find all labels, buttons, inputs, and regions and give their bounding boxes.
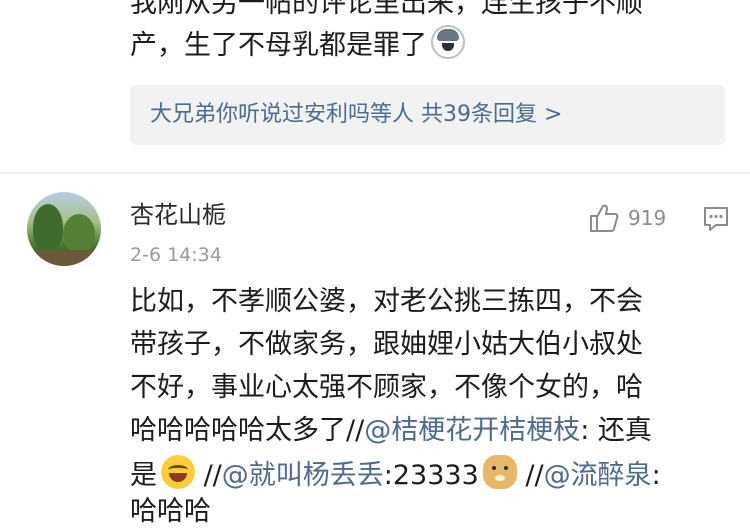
- comment-divider: [0, 172, 750, 174]
- comment-text: : 还真: [580, 415, 652, 446]
- doge-emoji-icon: [482, 455, 517, 489]
- comment-body-line: 哈哈哈: [130, 496, 211, 527]
- previous-comment-line-2-text: 产，生了不母乳都是罪了: [130, 30, 427, 61]
- comment-body-line: 是 //@就叫杨丢丢:23333 //@流醉泉:: [130, 455, 661, 495]
- repost-separator: //: [346, 415, 365, 446]
- avatar-ground: [27, 250, 101, 266]
- comment-icon[interactable]: [702, 205, 730, 233]
- avatar-tree: [63, 214, 95, 254]
- thumbs-up-icon[interactable]: [588, 203, 620, 233]
- mention-link[interactable]: @桔梗花开桔梗枝: [364, 415, 580, 446]
- avatar[interactable]: [27, 192, 101, 266]
- comment-body-line: 比如，不孝顺公婆，对老公挑三拣四，不会: [130, 286, 643, 317]
- username[interactable]: 杏花山栀: [130, 198, 226, 232]
- comment-text: :23333: [383, 460, 479, 491]
- reply-summary-button[interactable]: 大兄弟你听说过安利吗等人 共39条回复 >: [130, 85, 725, 145]
- avatar-tree: [33, 204, 63, 250]
- comment-body-line: 带孩子，不做家务，跟妯娌小姑大伯小叔处: [130, 329, 643, 360]
- comment-text: :: [651, 460, 661, 491]
- comment-body-line: 哈哈哈哈哈太多了//@桔梗花开桔梗枝: 还真: [130, 412, 652, 450]
- comment-text: 是: [130, 460, 157, 491]
- comment-text: 哈哈哈哈哈太多了: [130, 415, 346, 446]
- repost-separator: //: [195, 460, 222, 491]
- laughing-emoji-icon: [161, 455, 195, 489]
- like-count: 919: [628, 206, 667, 230]
- timestamp: 2-6 14:34: [130, 244, 222, 266]
- comment-body-line: 不好，事业心太强不顾家，不像个女的，哈: [130, 372, 643, 403]
- previous-comment-line-2: 产，生了不母乳都是罪了: [130, 25, 465, 66]
- mention-link[interactable]: @流醉泉: [544, 460, 652, 491]
- repost-separator: //: [516, 460, 544, 491]
- husky-emoji-icon: [431, 25, 465, 59]
- mention-link[interactable]: @就叫杨丢丢: [222, 460, 384, 491]
- previous-comment-line-1: 我刚从另一帖的评论里出来，连生孩子不顺: [130, 0, 643, 19]
